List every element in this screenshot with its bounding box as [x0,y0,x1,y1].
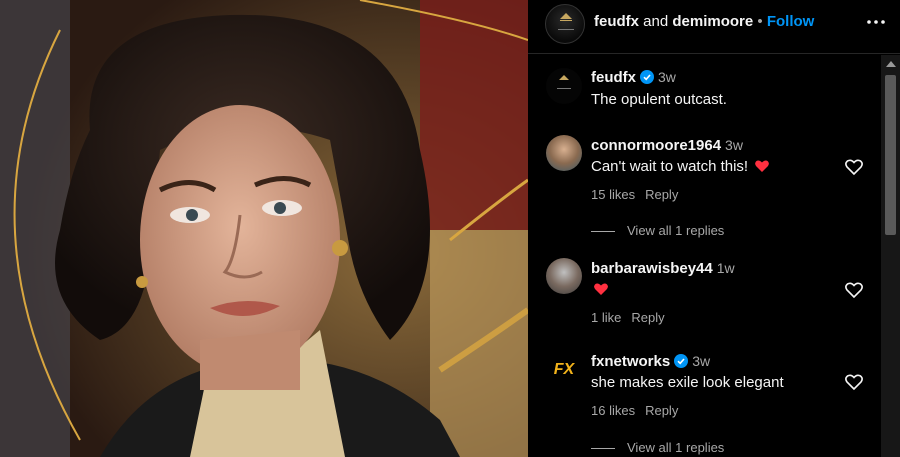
caption-time[interactable]: 3w [658,69,676,85]
view-replies-link[interactable]: View all 1 replies [627,223,724,238]
replies-divider-line [591,231,615,233]
caption-avatar[interactable] [546,68,582,104]
more-options-icon[interactable] [866,12,886,32]
comment-meta: 16 likes Reply [591,403,678,418]
comment-time[interactable]: 3w [725,137,743,153]
author-feudfx-link[interactable]: feudfx [594,13,639,30]
follow-button[interactable]: Follow [767,13,815,30]
comment-meta: 15 likes Reply [591,187,678,202]
post-authors: feudfx and demimoore • Follow [594,13,814,30]
view-replies-link[interactable]: View all 1 replies [627,440,724,455]
comment-meta: 1 like Reply [591,310,665,325]
like-heart-icon[interactable] [844,157,864,177]
comment-avatar[interactable] [546,258,582,294]
view-replies-row[interactable]: View all 1 replies [591,223,724,238]
caption-username-row: feudfx 3w [591,69,676,86]
separator-dot: • [757,13,763,30]
comment-time[interactable]: 1w [717,260,735,276]
comments-panel: feudfx and demimoore • Follow feudfx 3w T… [528,0,900,457]
caption-text: The opulent outcast. [591,91,727,108]
comment-likes[interactable]: 1 like [591,310,621,325]
red-heart-emoji-icon [594,283,608,295]
comment-username[interactable]: barbarawisbey44 [591,260,713,277]
feudfx-avatar[interactable] [545,4,585,44]
comment-username[interactable]: connormoore1964 [591,137,721,154]
comment-likes[interactable]: 16 likes [591,403,635,418]
comment-username-row: connormoore1964 3w [591,137,743,154]
reply-button[interactable]: Reply [631,310,664,325]
and-text: and [643,13,669,30]
post-header: feudfx and demimoore • Follow [528,0,900,54]
verified-badge-icon [674,354,689,368]
comment-username[interactable]: fxnetworks [591,353,670,370]
view-replies-row[interactable]: View all 1 replies [591,440,724,455]
comment-username-row: barbarawisbey44 1w [591,260,735,277]
like-heart-icon[interactable] [844,280,864,300]
caption-username[interactable]: feudfx [591,69,636,86]
scrollbar-thumb[interactable] [885,75,896,235]
comment-avatar[interactable]: FX [546,352,582,388]
comment-text: Can't wait to watch this! [591,158,749,175]
replies-divider-line [591,448,615,450]
fx-logo: FX [553,361,575,378]
comment-username-row: fxnetworks 3w [591,353,710,370]
post-image[interactable] [0,0,528,457]
comment-item: FX fxnetworks 3w she makes exile look ele… [528,352,878,457]
reply-button[interactable]: Reply [645,403,678,418]
scroll-up-arrow-icon[interactable] [886,61,896,67]
comment-time[interactable]: 3w [692,353,710,369]
comment-item: connormoore1964 3w Can't wait to watch th… [528,135,878,245]
red-heart-emoji-icon [755,160,770,172]
author-demimoore-link[interactable]: demimoore [672,13,753,30]
comment-item: barbarawisbey44 1w 1 like Reply [528,258,878,333]
portrait-illustration [0,0,528,457]
comment-avatar[interactable] [546,135,582,171]
comment-text-row [591,281,609,298]
comment-text-row: Can't wait to watch this! [591,158,770,175]
comment-text: she makes exile look elegant [591,374,784,391]
comments-scrollbar[interactable] [881,55,900,457]
reply-button[interactable]: Reply [645,187,678,202]
like-heart-icon[interactable] [844,372,864,392]
post-caption: feudfx 3w The opulent outcast. [528,68,878,118]
comment-likes[interactable]: 15 likes [591,187,635,202]
verified-badge-icon [640,70,654,84]
